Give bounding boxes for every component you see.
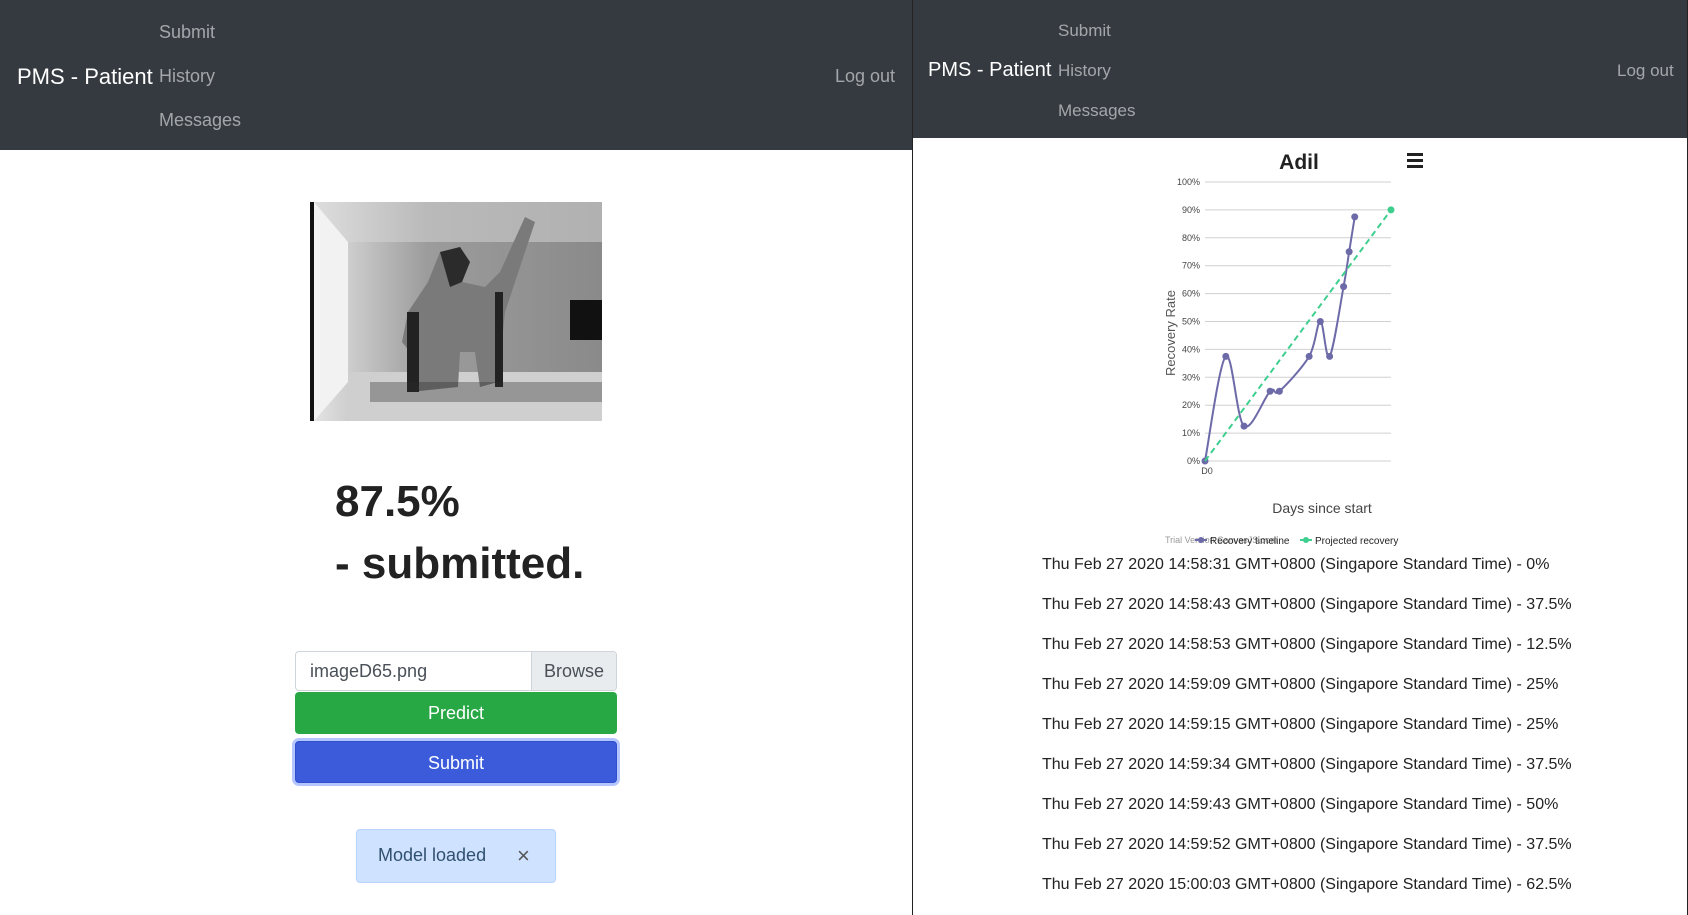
brand[interactable]: PMS - Patient (928, 59, 1051, 82)
recovery-point (1240, 422, 1248, 430)
chart-legend: Trial Version CanvasJS.com Recovery time… (1165, 535, 1398, 547)
legend-recovery-timeline[interactable]: Recovery timeline (1210, 536, 1290, 547)
chart-svg: Adil 0% 10% 20% 30% 40% 50% 60% 70% 80% 90% 100% D… (1163, 151, 1423, 547)
nav-link-history[interactable]: History (1058, 61, 1111, 81)
history-list: Thu Feb 27 2020 14:58:31 GMT+0800 (Singa… (1042, 556, 1572, 915)
y-axis-label: Recovery Rate (1163, 290, 1178, 376)
recovery-chart: Adil 0% 10% 20% 30% 40% 50% 60% 70% 80% 90% 100% D… (913, 138, 1687, 548)
depth-camera-image (310, 202, 602, 421)
recovery-timeline-line (1204, 216, 1356, 462)
history-item: Thu Feb 27 2020 15:00:03 GMT+0800 (Singa… (1042, 876, 1572, 893)
recovery-point (1316, 318, 1324, 325)
chart-title: Adil (1279, 151, 1319, 174)
hamburger-icon[interactable] (1407, 153, 1423, 168)
history-item: Thu Feb 27 2020 14:58:31 GMT+0800 (Singa… (1042, 556, 1550, 573)
y-tick-label: 10% (1182, 428, 1200, 438)
legend-projected-recovery[interactable]: Projected recovery (1315, 536, 1398, 547)
projected-point (1387, 206, 1395, 214)
predict-button[interactable]: Predict (295, 692, 617, 734)
recovery-point (1266, 387, 1274, 395)
close-icon[interactable]: × (517, 843, 530, 869)
projected-recovery-line (1204, 209, 1392, 462)
file-name: imageD65.png (310, 661, 428, 681)
y-tick-label: 90% (1182, 205, 1200, 215)
nav-link-submit[interactable]: Submit (159, 22, 215, 43)
recovery-point (1222, 352, 1230, 360)
left-panel: PMS - Patient Submit History Messages Lo… (0, 0, 912, 915)
history-item: Thu Feb 27 2020 14:59:09 GMT+0800 (Singa… (1042, 676, 1559, 693)
y-tick-label: 60% (1182, 289, 1200, 299)
recovery-point (1340, 283, 1348, 291)
history-item: Thu Feb 27 2020 14:59:15 GMT+0800 (Singa… (1042, 716, 1559, 733)
y-tick-label: 0% (1187, 456, 1200, 466)
history-item: Thu Feb 27 2020 14:59:43 GMT+0800 (Singa… (1042, 796, 1559, 813)
logout-link[interactable]: Log out (1617, 61, 1674, 81)
y-tick-label: 20% (1182, 400, 1200, 410)
y-tick-label: 50% (1182, 317, 1200, 327)
recovery-point (1275, 387, 1283, 395)
history-item: Thu Feb 27 2020 14:58:43 GMT+0800 (Singa… (1042, 596, 1572, 613)
recovery-point (1305, 352, 1313, 360)
logout-link[interactable]: Log out (835, 66, 895, 87)
recovery-point (1345, 248, 1353, 256)
nav-link-messages[interactable]: Messages (159, 110, 241, 131)
navbar: PMS - Patient Submit History Messages Lo… (913, 0, 1687, 138)
nav-link-messages[interactable]: Messages (1058, 101, 1135, 121)
recovery-point (1326, 352, 1334, 360)
y-tick-label: 70% (1182, 261, 1200, 271)
x-tick-label: D0 (1201, 466, 1213, 476)
navbar: PMS - Patient Submit History Messages Lo… (0, 0, 912, 150)
submit-button[interactable]: Submit (295, 741, 617, 783)
history-item: Thu Feb 27 2020 14:59:52 GMT+0800 (Singa… (1042, 836, 1572, 853)
nav-link-history[interactable]: History (159, 66, 215, 87)
history-item: Thu Feb 27 2020 14:59:34 GMT+0800 (Singa… (1042, 756, 1572, 773)
y-tick-label: 80% (1182, 233, 1200, 243)
recovery-point (1351, 213, 1359, 221)
y-tick-label: 100% (1177, 177, 1200, 187)
brand[interactable]: PMS - Patient (17, 64, 153, 90)
model-loaded-toast: Model loaded × (356, 829, 556, 883)
file-input[interactable]: imageD65.png Browse (295, 651, 617, 691)
prediction-percent: 87.5% (335, 477, 460, 526)
y-tick-label: 30% (1182, 372, 1200, 382)
toast-message: Model loaded (378, 845, 487, 865)
x-axis-label: Days since start (1272, 500, 1372, 516)
nav-link-submit[interactable]: Submit (1058, 21, 1111, 41)
right-panel: PMS - Patient Submit History Messages Lo… (912, 0, 1688, 915)
y-tick-label: 40% (1182, 344, 1200, 354)
submission-status: - submitted. (335, 539, 585, 588)
history-item: Thu Feb 27 2020 14:58:53 GMT+0800 (Singa… (1042, 636, 1572, 653)
browse-button[interactable]: Browse (531, 652, 616, 690)
